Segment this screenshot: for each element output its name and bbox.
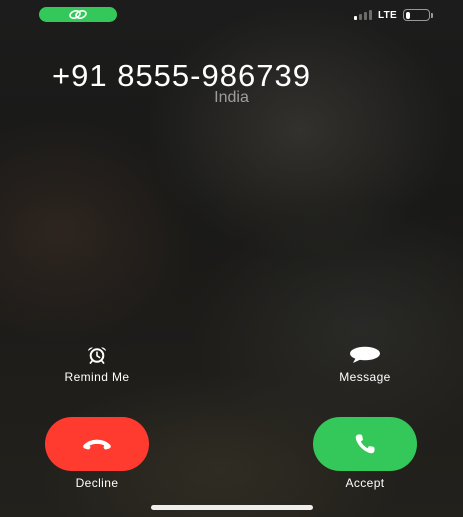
remind-me-label: Remind Me [64,370,130,384]
decline-button[interactable] [45,417,149,471]
phone-icon [355,434,375,454]
signal-bar [368,10,372,20]
hang-up-phone-icon [83,439,111,450]
ongoing-call-pill[interactable] [39,7,117,22]
speech-bubble-icon [350,346,380,363]
battery-icon: 23 [403,9,430,21]
signal-bar [358,14,362,20]
battery-tip [431,12,433,18]
decline-label: Decline [75,476,119,490]
link-icon [69,10,87,19]
alarm-clock-icon [88,347,106,364]
battery-percentage: 23 [411,9,422,20]
accept-button[interactable] [313,417,417,471]
message-label: Message [339,370,391,384]
battery-fill [405,11,411,19]
signal-bar [363,12,367,20]
accept-label: Accept [345,476,385,490]
home-indicator[interactable] [151,505,313,510]
remind-me-button[interactable]: Remind Me [42,346,152,384]
incoming-call-screen: LTE 23 +91 8555-986739 India Remind Me M… [0,0,463,517]
message-button[interactable]: Message [310,346,420,384]
cellular-signal-icon [353,10,372,20]
status-bar-right: LTE 23 [353,8,433,22]
network-type: LTE [377,9,397,21]
signal-bar [353,16,357,20]
caller-location: India [214,89,249,106]
